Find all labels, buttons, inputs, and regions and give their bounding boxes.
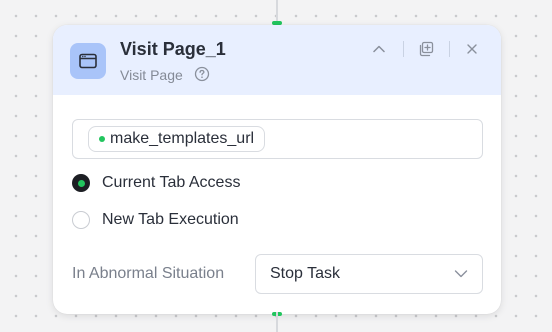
radio-new-tab[interactable]: New Tab Execution [72,209,239,231]
node-subtitle: Visit Page [120,67,183,83]
chevron-up-icon [373,45,385,53]
variable-chip[interactable]: make_templates_url [88,126,266,152]
abnormal-situation-select[interactable]: Stop Task [255,254,483,294]
collapse-button[interactable] [370,40,388,58]
chip-status-dot [99,136,105,142]
question-circle-icon[interactable] [194,66,210,82]
select-value: Stop Task [270,265,340,282]
header-separator [449,41,450,57]
connector-line-top [276,0,278,22]
browser-window-icon [70,43,106,79]
radio-label: Current Tab Access [102,174,241,191]
radio-checked-icon[interactable] [72,174,90,192]
url-input[interactable]: make_templates_url [72,119,483,159]
visit-page-node[interactable]: Visit Page_1 Visit Page make_templates_u… [53,25,501,314]
radio-unchecked-icon[interactable] [72,211,90,229]
node-header: Visit Page_1 Visit Page [53,25,501,95]
chevron-down-icon [454,270,468,278]
chip-label: make_templates_url [110,130,255,147]
close-icon [467,44,477,54]
node-title: Visit Page_1 [120,39,226,59]
copy-plus-icon [419,41,434,57]
abnormal-situation-label: In Abnormal Situation [72,265,225,282]
connector-line-bottom [276,312,278,332]
duplicate-button[interactable] [417,40,435,58]
header-separator [403,41,404,57]
radio-current-tab[interactable]: Current Tab Access [72,172,240,194]
radio-label: New Tab Execution [102,211,239,228]
close-button[interactable] [463,40,481,58]
